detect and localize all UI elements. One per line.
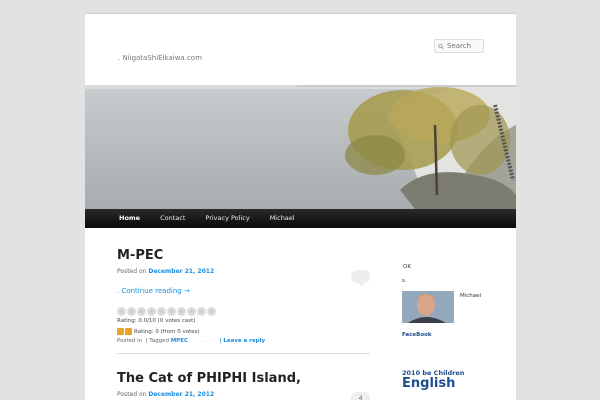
nav-home[interactable]: Home	[109, 209, 150, 228]
tagged-label: | Tagged	[145, 338, 169, 344]
post-title[interactable]: The Cat of PHIPHI Island,	[117, 371, 370, 386]
post-date-link[interactable]: December 21, 2012	[148, 268, 214, 275]
post-footer-meta: Posted in | Tagged MPEC . | Leave a repl…	[117, 338, 370, 344]
post-cat-phiphi: 4 The Cat of PHIPHI Island, Posted on De…	[117, 371, 370, 400]
star-icon[interactable]: ★	[147, 307, 156, 316]
main-content: M-PEC Posted on December 21, 2012 . Cont…	[117, 228, 370, 400]
sidebar-ok-text: OK	[403, 264, 411, 270]
continue-reading-link[interactable]: . Continue reading →	[117, 287, 370, 295]
sidebar-s-text: s.	[402, 278, 407, 284]
page-container: . NiigataShiEikaiwa.com Search Home Cont…	[85, 13, 516, 400]
post-divider	[117, 353, 370, 354]
star-icon[interactable]: ★	[117, 307, 126, 316]
thumbs-up-icon[interactable]	[117, 328, 124, 335]
leave-reply-link[interactable]: | Leave a reply	[220, 338, 266, 344]
tag-link[interactable]: MPEC	[171, 338, 188, 344]
star-icon[interactable]: ★	[167, 307, 176, 316]
star-icon[interactable]: ★	[177, 307, 186, 316]
search-input[interactable]	[447, 42, 483, 50]
facebook-link[interactable]: FaceBook	[402, 332, 502, 338]
posted-on-label: Posted on	[117, 391, 147, 398]
nav-privacy-policy[interactable]: Privacy Policy	[195, 209, 259, 228]
rating-text: Rating: 0.0/10 (0 votes cast)	[117, 318, 196, 324]
star-icon[interactable]: ★	[207, 307, 216, 316]
post-date-link[interactable]: December 21, 2012	[148, 391, 214, 398]
thumbs-rating: Rating: 0 (from 0 votes)	[117, 328, 370, 335]
author-name: Michael	[460, 293, 482, 299]
site-description: . NiigataShiEikaiwa.com	[118, 54, 202, 62]
rating-stars[interactable]: ★ ★ ★ ★ ★ ★ ★ ★ ★ ★	[117, 307, 370, 316]
star-icon[interactable]: ★	[187, 307, 196, 316]
main-navigation: Home Contact Privacy Policy Michael	[85, 209, 516, 228]
thumbs-rating-text: Rating: 0 (from 0 votes)	[134, 328, 200, 335]
posted-on-label: Posted on	[117, 268, 147, 275]
search-box[interactable]	[434, 39, 484, 53]
star-icon[interactable]: ★	[157, 307, 166, 316]
comments-bubble[interactable]: 4	[351, 392, 370, 400]
nav-contact[interactable]: Contact	[150, 209, 195, 228]
sidebar-big-text[interactable]: English	[402, 377, 502, 390]
post-title[interactable]: M-PEC	[117, 248, 370, 263]
search-icon	[438, 43, 444, 49]
post-mpec: M-PEC Posted on December 21, 2012 . Cont…	[117, 248, 370, 354]
meta-dot: .	[202, 338, 204, 344]
nav-michael[interactable]: Michael	[260, 209, 305, 228]
star-icon[interactable]: ★	[137, 307, 146, 316]
thumbs-down-icon[interactable]	[125, 328, 132, 335]
post-meta: Posted on December 21, 2012	[117, 391, 370, 398]
header-image	[85, 85, 516, 209]
star-icon[interactable]: ★	[197, 307, 206, 316]
posted-in-label: Posted in	[117, 338, 143, 344]
author-avatar[interactable]	[402, 291, 454, 323]
post-meta: Posted on December 21, 2012	[117, 268, 370, 275]
star-icon[interactable]: ★	[127, 307, 136, 316]
comments-bubble[interactable]	[351, 270, 370, 287]
author-widget: Michael	[402, 291, 502, 323]
sidebar: OK s. Michael FaceBook 2010 be Children …	[402, 264, 502, 390]
